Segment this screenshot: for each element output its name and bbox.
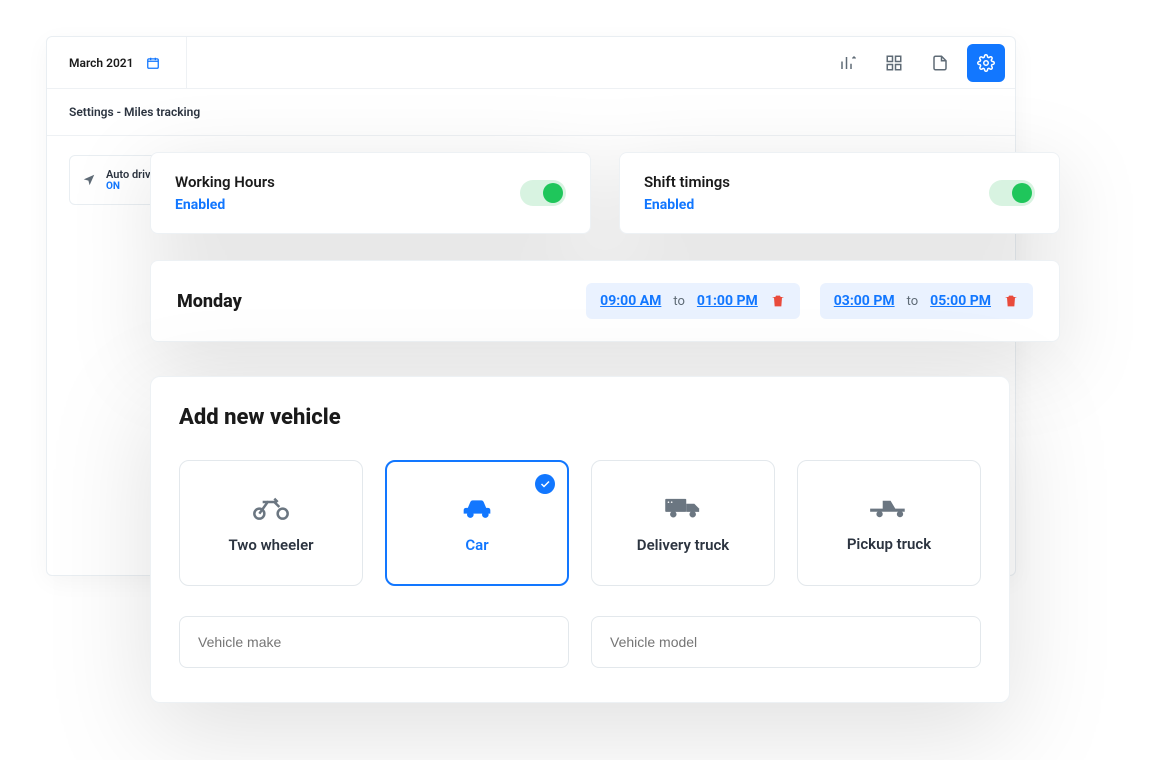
add-vehicle-heading: Add new vehicle (179, 405, 981, 430)
working-hours-card: Working Hours Enabled (150, 152, 591, 234)
trash-icon[interactable] (770, 293, 786, 309)
grid-icon[interactable] (875, 44, 913, 82)
time-to-2[interactable]: 05:00 PM (930, 293, 991, 309)
gear-icon[interactable] (967, 44, 1005, 82)
vehicle-model-input[interactable] (591, 616, 981, 668)
time-slot-1: 09:00 AM to 01:00 PM (586, 283, 800, 319)
time-slot-2: 03:00 PM to 05:00 PM (820, 283, 1033, 319)
working-hours-status: Enabled (175, 197, 275, 213)
working-hours-toggle[interactable] (520, 180, 566, 206)
vehicle-option-delivery-truck[interactable]: Delivery truck (591, 460, 775, 586)
motorcycle-icon (251, 492, 291, 522)
time-from-2[interactable]: 03:00 PM (834, 293, 895, 309)
schedule-card: Monday 09:00 AM to 01:00 PM 03:00 PM to … (150, 260, 1060, 342)
calendar-icon (146, 56, 160, 70)
vehicle-option-two-wheeler[interactable]: Two wheeler (179, 460, 363, 586)
vehicle-label: Delivery truck (637, 536, 729, 554)
vehicle-label: Car (465, 536, 488, 554)
auto-drive-state: ON (106, 181, 156, 192)
shift-timings-toggle[interactable] (989, 180, 1035, 206)
date-picker[interactable]: March 2021 (57, 37, 187, 88)
location-icon (82, 173, 96, 187)
pickup-truck-icon (867, 493, 911, 521)
vehicle-label: Pickup truck (847, 535, 931, 553)
shift-timings-title: Shift timings (644, 173, 730, 191)
auto-drive-label: Auto drive (106, 168, 156, 181)
check-icon (535, 474, 555, 494)
shift-timings-status: Enabled (644, 197, 730, 213)
export-icon[interactable] (921, 44, 959, 82)
time-from-1[interactable]: 09:00 AM (600, 293, 661, 309)
date-label: March 2021 (69, 56, 134, 70)
add-vehicle-card: Add new vehicle Two wheeler Car Delivery… (150, 376, 1010, 703)
delivery-truck-icon (662, 492, 704, 522)
shift-timings-card: Shift timings Enabled (619, 152, 1060, 234)
vehicle-make-input[interactable] (179, 616, 569, 668)
time-to-1[interactable]: 01:00 PM (697, 293, 758, 309)
time-to-label-2: to (907, 294, 919, 309)
schedule-day: Monday (177, 291, 317, 312)
vehicle-label: Two wheeler (228, 536, 313, 554)
vehicle-option-pickup-truck[interactable]: Pickup truck (797, 460, 981, 586)
trash-icon[interactable] (1003, 293, 1019, 309)
chart-icon[interactable] (829, 44, 867, 82)
car-icon (457, 492, 497, 522)
page-title: Settings - Miles tracking (47, 89, 1015, 136)
vehicle-option-car[interactable]: Car (385, 460, 569, 586)
working-hours-title: Working Hours (175, 173, 275, 191)
time-to-label-1: to (673, 294, 685, 309)
topbar: March 2021 (47, 37, 1015, 89)
